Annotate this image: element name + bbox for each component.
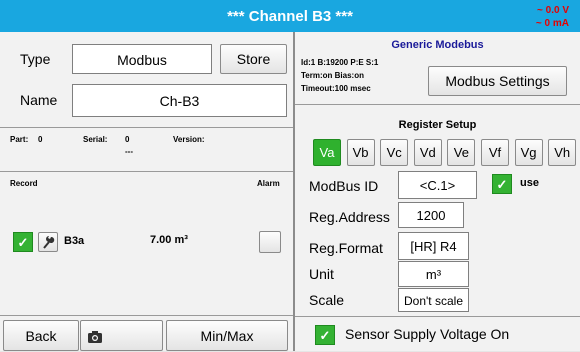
back-button[interactable]: Back (3, 320, 79, 351)
modbus-settings-button[interactable]: Modbus Settings (428, 66, 567, 96)
alarm-button[interactable] (259, 231, 281, 253)
modbus-id-label: ModBus ID (309, 178, 379, 194)
sensor-supply-label: Sensor Supply Voltage On (345, 326, 510, 342)
divider (295, 104, 580, 105)
modbus-info-line3: Timeout:100 msec (301, 84, 371, 93)
modbus-info-line1: Id:1 B:19200 P:E S:1 (301, 58, 379, 67)
reg-format-label: Reg.Format (309, 240, 383, 256)
scale-field[interactable]: Don't scale (398, 288, 469, 312)
unit-field[interactable]: m³ (398, 261, 469, 287)
type-field[interactable]: Modbus (72, 44, 212, 74)
register-tab-vf[interactable]: Vf (481, 139, 509, 166)
alarm-label: Alarm (257, 179, 280, 188)
register-tab-vd[interactable]: Vd (413, 139, 442, 166)
checkmark-icon: ✓ (319, 328, 331, 343)
part-label: Part: (10, 135, 29, 144)
title-bar: *** Channel B3 *** ~ 0.0 V ~ 0 mA (0, 0, 580, 32)
type-label: Type (20, 51, 51, 67)
generic-modbus-title: Generic Modebus (391, 39, 484, 51)
divider (0, 127, 293, 128)
serial-value: 0 (125, 135, 130, 144)
serial-label: Serial: (83, 135, 108, 144)
sensor-supply-checkbox[interactable]: ✓ (315, 325, 335, 345)
checkmark-icon: ✓ (17, 235, 29, 250)
name-label: Name (20, 92, 58, 108)
camera-icon (88, 331, 102, 343)
checkmark-icon: ✓ (496, 177, 508, 192)
register-setup-title: Register Setup (398, 119, 477, 131)
divider (0, 315, 293, 316)
register-tab-va[interactable]: Va (313, 139, 341, 166)
store-button[interactable]: Store (220, 44, 287, 74)
camera-button[interactable] (80, 320, 163, 351)
record-channel: B3a (64, 235, 85, 247)
wrench-icon (43, 236, 55, 249)
divider (0, 171, 293, 172)
use-checkbox[interactable]: ✓ (492, 174, 512, 194)
register-tab-vg[interactable]: Vg (514, 139, 543, 166)
part-value: 0 (38, 135, 43, 144)
register-tab-ve[interactable]: Ve (447, 139, 476, 166)
record-value: 7.00 m³ (150, 234, 188, 246)
minmax-button[interactable]: Min/Max (166, 320, 288, 351)
unit-label: Unit (309, 266, 334, 282)
modbus-info-line2: Term:on Bias:on (301, 71, 364, 80)
use-label: use (520, 177, 539, 189)
scale-label: Scale (309, 292, 345, 308)
register-tab-vh[interactable]: Vh (548, 139, 577, 166)
divider (295, 316, 580, 317)
reg-address-field[interactable]: 1200 (398, 202, 464, 228)
version-label: Version: (173, 135, 205, 144)
record-label: Record (10, 179, 38, 188)
window-title: *** Channel B3 *** (227, 8, 353, 25)
serial-sub-value: --- (125, 147, 133, 156)
record-checkbox[interactable]: ✓ (13, 232, 33, 252)
register-tab-vc[interactable]: Vc (380, 139, 409, 166)
reg-address-label: Reg.Address (309, 209, 390, 225)
left-panel (0, 32, 293, 351)
modbus-id-field[interactable]: <C.1> (398, 171, 477, 199)
reg-format-field[interactable]: [HR] R4 (398, 232, 469, 260)
wrench-button[interactable] (38, 232, 58, 252)
name-field[interactable]: Ch-B3 (72, 84, 287, 117)
voltage-readout: ~ 0.0 V (537, 5, 569, 16)
register-tab-vb[interactable]: Vb (346, 139, 375, 166)
current-readout: ~ 0 mA (535, 18, 569, 29)
